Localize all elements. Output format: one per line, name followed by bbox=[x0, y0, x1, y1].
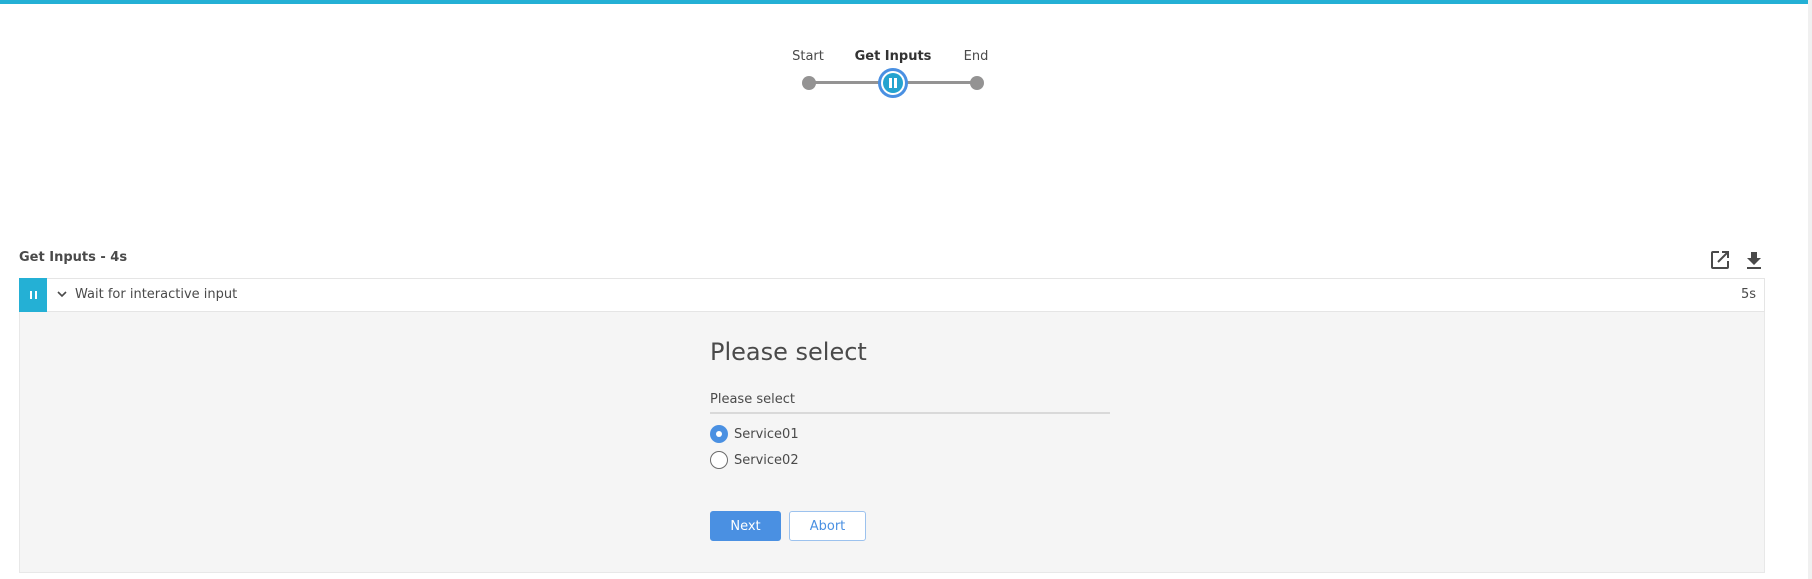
open-in-new-window-button[interactable] bbox=[1710, 250, 1730, 270]
external-link-icon bbox=[1711, 251, 1729, 269]
download-icon bbox=[1747, 252, 1761, 269]
chevron-down-icon[interactable] bbox=[56, 288, 68, 300]
stage-label-end[interactable]: End bbox=[964, 49, 989, 64]
radio-label: Service02 bbox=[734, 452, 799, 468]
stage-node-get-inputs[interactable] bbox=[878, 68, 908, 98]
field-label: Please select bbox=[710, 392, 1110, 414]
form-heading: Please select bbox=[710, 338, 867, 366]
stage-title: Get Inputs - 4s bbox=[19, 250, 128, 265]
step-label: Wait for interactive input bbox=[75, 287, 238, 302]
pause-icon bbox=[888, 78, 898, 88]
scrollbar[interactable] bbox=[1808, 0, 1812, 579]
step-duration: 5s bbox=[1740, 287, 1756, 302]
radio-label: Service01 bbox=[734, 426, 799, 442]
stage-node-end[interactable] bbox=[970, 76, 984, 90]
stage-node-start[interactable] bbox=[802, 76, 816, 90]
input-panel: Please select Please select Service01 Se… bbox=[19, 312, 1765, 573]
pipeline-graph: Start Get Inputs End bbox=[0, 0, 1808, 120]
radio-button-checked[interactable] bbox=[710, 425, 728, 443]
radio-button-unchecked[interactable] bbox=[710, 451, 728, 469]
next-button[interactable]: Next bbox=[710, 511, 781, 541]
radio-option-service01[interactable]: Service01 bbox=[710, 425, 799, 443]
step-row[interactable]: Wait for interactive input 5s bbox=[19, 278, 1765, 312]
step-status-paused bbox=[19, 278, 47, 312]
radio-option-service02[interactable]: Service02 bbox=[710, 451, 799, 469]
stage-label-get-inputs[interactable]: Get Inputs bbox=[855, 49, 932, 64]
download-log-button[interactable] bbox=[1744, 250, 1764, 270]
abort-button[interactable]: Abort bbox=[789, 511, 866, 541]
stage-label-start[interactable]: Start bbox=[792, 49, 824, 64]
